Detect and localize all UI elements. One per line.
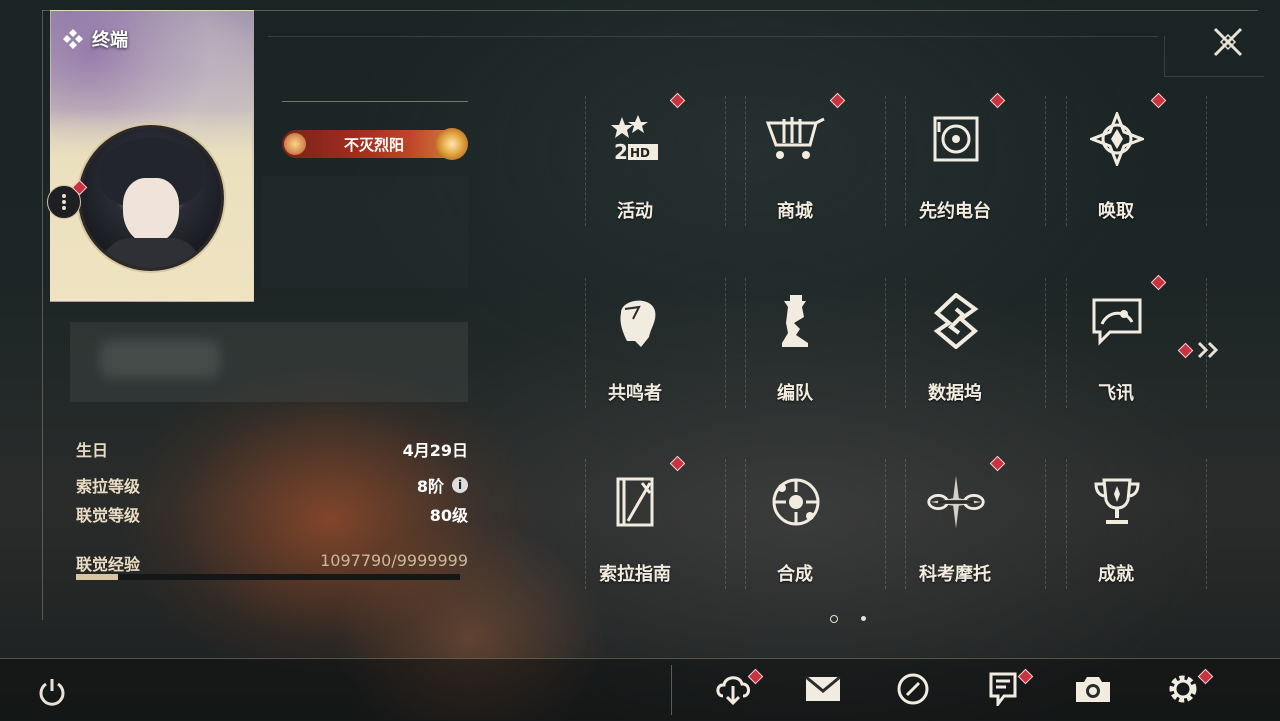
sola-level-value: 8阶 — [416, 477, 444, 496]
data-dock-icon — [925, 290, 987, 352]
shop-cart-icon — [765, 108, 827, 170]
gear-icon — [1165, 671, 1201, 711]
frame-inner-right2 — [1164, 76, 1264, 77]
sola-level-label: 索拉等级 — [76, 477, 141, 496]
event-icon: 2 HD — [605, 108, 667, 170]
trophy-icon — [1086, 471, 1148, 533]
frame-inner-right — [1164, 36, 1165, 76]
union-level-label: 联觉等级 — [76, 506, 141, 525]
menu-item-synthesis[interactable]: 合成 — [745, 459, 905, 609]
menu-item-label: 唤取 — [1098, 201, 1134, 222]
menu-item-label: 数据坞 — [928, 383, 982, 404]
download-button[interactable] — [713, 668, 764, 710]
menu-item-radio[interactable]: 先约电台 — [905, 92, 1065, 246]
close-icon — [1213, 27, 1243, 57]
radio-icon — [925, 108, 987, 170]
name-panel — [262, 176, 468, 288]
xp-progress-bar — [76, 574, 460, 580]
resonator-head-icon — [605, 290, 667, 352]
birthday-label: 生日 — [76, 441, 109, 460]
team-chess-icon — [765, 290, 827, 352]
mail-button[interactable] — [803, 672, 843, 710]
menu-item-label: 合成 — [777, 564, 813, 585]
menu-item-label: 飞讯 — [1098, 383, 1134, 404]
page-indicator-2[interactable] — [861, 616, 866, 621]
menu-item-event[interactable]: 2 HD 活动 — [585, 92, 745, 246]
xp-row: 联觉经验 1097790/9999999 — [76, 551, 468, 575]
xp-label: 联觉经验 — [76, 555, 141, 574]
terminal-title-text: 终端 — [92, 30, 128, 51]
next-page-alert-dot — [1177, 342, 1194, 358]
menu-item-data-dock[interactable]: 数据坞 — [905, 278, 1065, 428]
menu-item-alert-dot — [989, 455, 1006, 472]
menu-item-trophy[interactable]: 成就 — [1066, 459, 1226, 609]
motorbike-icon — [925, 471, 987, 533]
next-page-button[interactable] — [1177, 338, 1230, 362]
menu-item-alert-dot — [1150, 92, 1167, 109]
menu-item-alert-dot — [669, 455, 686, 472]
info-row-sola-level: 索拉等级 8阶 i — [76, 473, 468, 497]
xp-value: 1097790/9999999 — [320, 551, 468, 570]
info-icon[interactable]: i — [452, 477, 468, 493]
menu-item-label: 索拉指南 — [599, 564, 671, 585]
menu-item-summon-compass[interactable]: 唤取 — [1066, 92, 1226, 246]
menu-item-label: 活动 — [617, 201, 653, 222]
menu-item-alert-dot — [989, 92, 1006, 109]
camera-icon — [1074, 674, 1112, 708]
union-level-value: 80级 — [429, 506, 468, 525]
power-icon — [39, 679, 65, 706]
title-badge-label: 不灭烈阳 — [343, 135, 404, 154]
double-chevron-right-icon — [1197, 341, 1219, 359]
avatar[interactable] — [78, 125, 224, 271]
clock-icon — [896, 672, 930, 710]
signature-box[interactable] — [70, 322, 468, 402]
terminal-title: 终端 — [62, 26, 128, 52]
menu-item-alert-dot — [1150, 274, 1167, 291]
close-button[interactable] — [1208, 22, 1248, 62]
page-indicator-1[interactable] — [830, 615, 838, 623]
synthesis-icon — [765, 471, 827, 533]
bottom-bar-separator — [671, 665, 672, 715]
info-row-union-level: 联觉等级 80级 — [76, 502, 468, 526]
badge-left-ornament — [284, 133, 306, 155]
menu-item-label: 共鸣者 — [608, 383, 662, 404]
more-vertical-icon — [62, 194, 66, 210]
menu-item-resonator-head[interactable]: 共鸣者 — [585, 278, 745, 428]
menu-item-guide-book[interactable]: 索拉指南 — [585, 455, 745, 609]
svg-text:HD: HD — [630, 146, 650, 160]
cloud-download-icon — [714, 672, 752, 710]
badge-sun-icon — [436, 128, 468, 160]
summon-compass-icon — [1086, 108, 1148, 170]
xp-progress-fill — [76, 574, 119, 580]
notice-icon — [988, 672, 1018, 710]
name-underline — [282, 101, 468, 102]
terminal-diamond-icon — [63, 29, 83, 49]
notice-button[interactable] — [983, 668, 1034, 710]
clock-button[interactable] — [893, 672, 933, 710]
info-row-birthday: 生日 4月29日 — [76, 437, 468, 461]
birthday-value: 4月29日 — [402, 441, 468, 460]
settings-button[interactable] — [1163, 668, 1214, 711]
guide-book-icon — [605, 471, 667, 533]
camera-button[interactable] — [1073, 672, 1113, 710]
menu-item-alert-dot — [669, 92, 686, 109]
title-badge[interactable]: 不灭烈阳 — [282, 128, 468, 160]
menu-item-label: 先约电台 — [919, 201, 991, 222]
menu-item-shop-cart[interactable]: 商城 — [745, 92, 905, 246]
power-button[interactable] — [32, 672, 72, 712]
menu-item-label: 商城 — [777, 201, 813, 222]
menu-item-motorbike[interactable]: 科考摩托 — [905, 455, 1065, 609]
mail-icon — [804, 675, 842, 707]
menu-item-team-chess[interactable]: 编队 — [745, 278, 905, 428]
menu-item-label: 科考摩托 — [919, 564, 991, 585]
message-chat-icon — [1086, 290, 1148, 352]
frame-line-left — [42, 10, 43, 620]
svg-text:2: 2 — [614, 140, 628, 164]
menu-item-label: 编队 — [777, 383, 813, 404]
menu-item-label: 成就 — [1098, 564, 1134, 585]
frame-inner-top — [268, 36, 1158, 37]
menu-item-alert-dot — [829, 92, 846, 109]
